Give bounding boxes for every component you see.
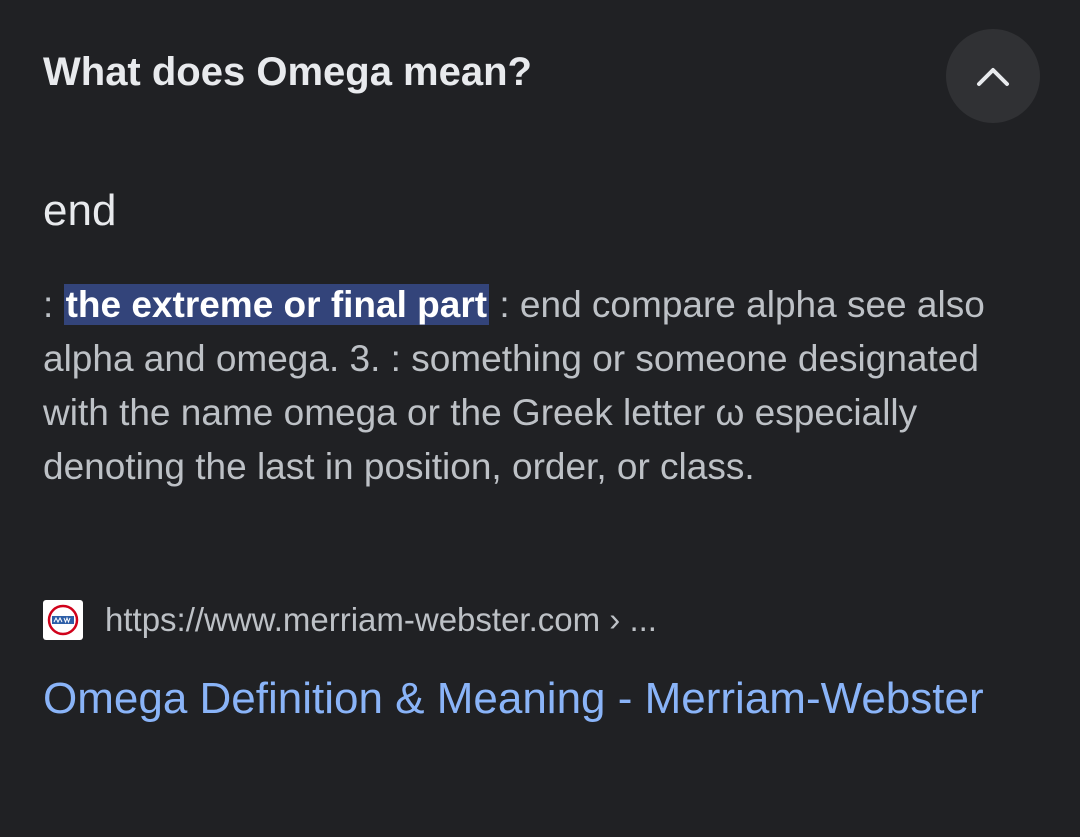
definition-prefix: : bbox=[43, 284, 64, 325]
question-heading[interactable]: What does Omega mean? bbox=[43, 50, 532, 95]
answer-word: end bbox=[43, 186, 117, 235]
source-url[interactable]: https://www.merriam-webster.com › ... bbox=[105, 601, 657, 639]
featured-snippet-panel: What does Omega mean? end : the extreme … bbox=[0, 0, 1080, 837]
chevron-up-icon bbox=[976, 65, 1010, 87]
source-row[interactable]: https://www.merriam-webster.com › ... bbox=[43, 598, 657, 642]
definition-text: : the extreme or final part : end compar… bbox=[43, 278, 1038, 494]
collapse-button[interactable] bbox=[946, 29, 1040, 123]
merriam-webster-favicon-icon bbox=[43, 600, 83, 640]
result-title-link[interactable]: Omega Definition & Meaning - Merriam-Web… bbox=[43, 660, 1033, 738]
definition-highlight: the extreme or final part bbox=[63, 284, 490, 325]
